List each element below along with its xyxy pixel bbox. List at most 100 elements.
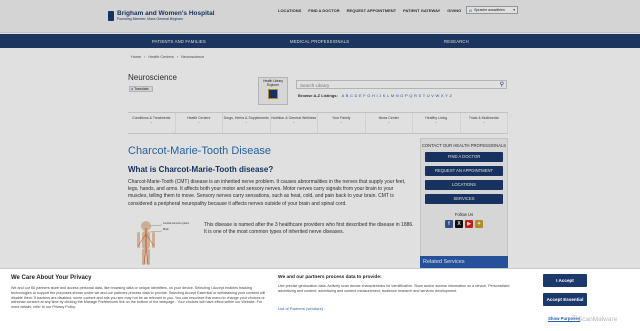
consent-text: We and our 60 partners store and access … bbox=[11, 286, 266, 310]
az-letter[interactable]: N bbox=[396, 93, 399, 98]
purposes-text: Use precise geolocation data. Actively s… bbox=[278, 284, 510, 293]
category-tab[interactable]: Trials & Multimedia ⌄ bbox=[461, 113, 508, 133]
logo-title: Brigham and Women's Hospital bbox=[117, 10, 215, 17]
breadcrumb-health-centers[interactable]: Health Centers bbox=[148, 55, 173, 59]
library-label: Health Library Explorer bbox=[263, 79, 283, 87]
award-icon[interactable]: ✦ bbox=[475, 220, 483, 228]
purposes-title: We and our partners process data to prov… bbox=[278, 275, 382, 280]
consent-title: We Care About Your Privacy bbox=[11, 275, 92, 281]
top-link-patient-gateway[interactable]: PATIENT GATEWAY bbox=[403, 8, 440, 13]
az-letter[interactable]: E bbox=[359, 93, 362, 98]
facebook-icon[interactable]: f bbox=[445, 220, 453, 228]
az-letter[interactable]: K bbox=[383, 93, 386, 98]
article-paragraph: This disease is named after the 3 health… bbox=[204, 222, 414, 236]
az-letter[interactable]: X bbox=[441, 93, 444, 98]
az-letter[interactable]: G bbox=[367, 93, 370, 98]
breadcrumb: Home › Health Centers › Neuroscience bbox=[131, 55, 205, 59]
chevron-down-icon: ⌄ bbox=[292, 120, 295, 124]
article-paragraph: Charcot-Marie-Tooth (CMT) disease is an … bbox=[128, 179, 406, 207]
related-services[interactable]: Related Services bbox=[420, 256, 508, 268]
chevron-down-icon: ⌄ bbox=[339, 120, 343, 124]
breadcrumb-home[interactable]: Home bbox=[131, 55, 141, 59]
nav-patients-families[interactable]: PATIENTS AND FAMILIES bbox=[152, 39, 206, 44]
az-letter[interactable]: J bbox=[379, 93, 381, 98]
top-link-giving[interactable]: GIVING bbox=[447, 8, 461, 13]
top-link-locations[interactable]: LOCATIONS bbox=[278, 8, 301, 13]
language-select[interactable]: G Sprache auswählen ▾ bbox=[466, 6, 518, 14]
accept-button[interactable]: I Accept bbox=[543, 274, 587, 287]
top-link-request-appointment[interactable]: REQUEST APPOINTMENT bbox=[347, 8, 396, 13]
nav-research[interactable]: RESEARCH bbox=[444, 39, 469, 44]
az-letter[interactable]: F bbox=[363, 93, 365, 98]
logo-mark-icon bbox=[108, 10, 114, 21]
az-listing: Browse A-Z Listings: A B C D E F G H I J… bbox=[298, 93, 452, 98]
library-book-icon bbox=[268, 89, 278, 99]
youtube-icon[interactable]: ▶ bbox=[465, 220, 473, 228]
az-letter[interactable]: L bbox=[387, 93, 389, 98]
search-icon[interactable]: ⚲ bbox=[500, 81, 504, 88]
sidebar-title: CONTACT OUR HEALTH PROFESSIONALS bbox=[421, 143, 507, 148]
health-library-explorer[interactable]: Health Library Explorer bbox=[258, 77, 288, 105]
az-letter[interactable]: H bbox=[372, 93, 375, 98]
article-subtitle: What is Charcot-Marie-Tooth disease? bbox=[128, 165, 274, 174]
az-letter[interactable]: M bbox=[391, 93, 394, 98]
library-search-input[interactable]: Search Library ⚲ bbox=[296, 80, 507, 89]
az-letter[interactable]: O bbox=[400, 93, 403, 98]
locations-button[interactable]: LOCATIONS bbox=[425, 180, 503, 190]
breadcrumb-neuroscience[interactable]: Neuroscience bbox=[181, 55, 204, 59]
x-twitter-icon[interactable]: X bbox=[455, 220, 463, 228]
shield-icon: ⛨ bbox=[572, 315, 577, 322]
request-appointment-button[interactable]: REQUEST AN APPOINTMENT bbox=[425, 166, 503, 176]
site-header: Brigham and Women's Hospital Founding Me… bbox=[0, 0, 640, 33]
az-letter[interactable]: D bbox=[354, 93, 357, 98]
az-letter[interactable]: Y bbox=[445, 93, 448, 98]
chevron-down-icon: ⌄ bbox=[434, 120, 438, 124]
az-label: Browse A-Z Listings: bbox=[298, 93, 338, 98]
contact-sidebar: CONTACT OUR HEALTH PROFESSIONALS FIND A … bbox=[420, 138, 508, 258]
az-letter[interactable]: U bbox=[427, 93, 430, 98]
find-doctor-button[interactable]: FIND A DOCTOR bbox=[425, 152, 503, 162]
scanmalware-watermark: ⛨ ScanMalware bbox=[572, 315, 618, 323]
az-letter[interactable]: A bbox=[341, 93, 344, 98]
az-letter[interactable]: T bbox=[423, 93, 425, 98]
az-letter[interactable]: R bbox=[414, 93, 417, 98]
az-letter[interactable]: Z bbox=[449, 93, 451, 98]
az-letter[interactable]: P bbox=[405, 93, 408, 98]
category-tab[interactable]: Nutrition & General Wellness ⌄ bbox=[271, 113, 318, 133]
hospital-logo[interactable]: Brigham and Women's Hospital Founding Me… bbox=[108, 10, 215, 21]
translate-button[interactable]: ● Translate bbox=[129, 86, 153, 92]
az-letter[interactable]: S bbox=[418, 93, 421, 98]
figure-label-cns: Central nervous system bbox=[163, 222, 190, 225]
globe-icon: ● bbox=[131, 87, 134, 91]
az-letter[interactable]: W bbox=[436, 93, 440, 98]
az-letter[interactable]: I bbox=[376, 93, 377, 98]
vendors-link[interactable]: List of Partners (vendors) bbox=[278, 306, 323, 311]
az-letter[interactable]: V bbox=[431, 93, 434, 98]
category-tab[interactable]: Healthy Living ⌄ bbox=[413, 113, 461, 133]
az-letter[interactable]: C bbox=[350, 93, 353, 98]
category-tab[interactable]: News Center ⌄ bbox=[366, 113, 413, 133]
social-links: f X ▶ ✦ bbox=[421, 220, 507, 228]
chevron-down-icon: ⌄ bbox=[244, 120, 248, 124]
top-links: LOCATIONS FIND A DOCTOR REQUEST APPOINTM… bbox=[278, 8, 461, 13]
chevron-down-icon: ⌄ bbox=[387, 120, 390, 124]
category-tab[interactable]: Your Family ⌄ bbox=[318, 113, 366, 133]
az-letter[interactable]: B bbox=[346, 93, 349, 98]
logo-subtitle: Founding Member, Mass General Brigham bbox=[117, 17, 183, 21]
category-tab[interactable]: Health Centers ⌄ bbox=[176, 113, 223, 133]
main-nav: PATIENTS AND FAMILIES MEDICAL PROFESSION… bbox=[0, 34, 640, 48]
section-title: Neuroscience bbox=[128, 73, 177, 82]
top-link-find-doctor[interactable]: FIND A DOCTOR bbox=[308, 8, 339, 13]
article-title: Charcot-Marie-Tooth Disease bbox=[128, 145, 272, 157]
category-tab[interactable]: Drugs, Herbs & Supplements ⌄ bbox=[223, 113, 271, 133]
category-tab[interactable]: Conditions & Treatments ⌄ bbox=[128, 113, 176, 133]
nav-medical-professionals[interactable]: MEDICAL PROFESSIONALS bbox=[290, 39, 349, 44]
chevron-down-icon: ▾ bbox=[513, 8, 515, 12]
az-letter[interactable]: Q bbox=[409, 93, 412, 98]
accept-essential-button[interactable]: Accept Essential bbox=[543, 293, 587, 306]
follow-us-label: Follow Us bbox=[454, 212, 474, 217]
figure-label-brain: Brain bbox=[163, 228, 169, 231]
chevron-down-icon: ⌄ bbox=[197, 120, 200, 124]
services-button[interactable]: SERVICES bbox=[425, 194, 503, 204]
chevron-down-icon: ⌄ bbox=[482, 120, 485, 124]
